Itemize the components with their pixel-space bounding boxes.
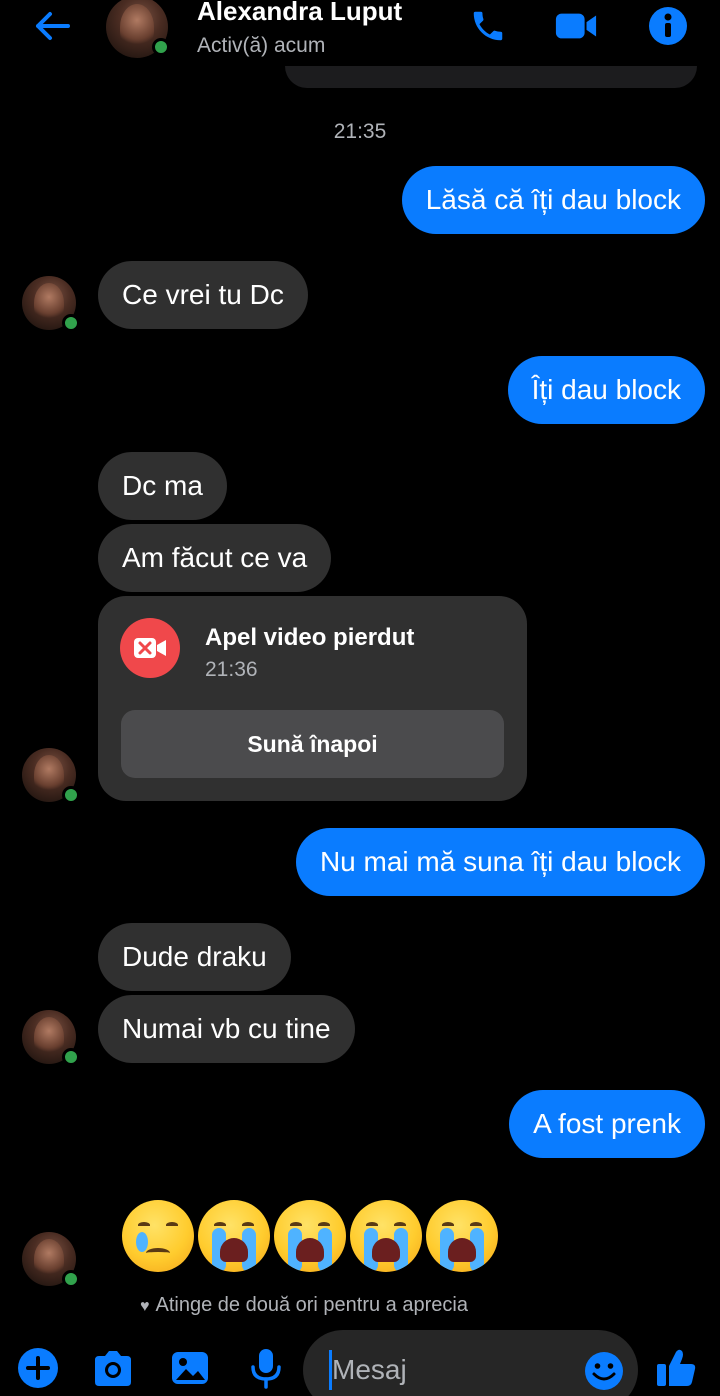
- message-bubble-outgoing[interactable]: Îți dau block: [507, 356, 705, 424]
- smiley-icon: [585, 1352, 623, 1390]
- loudly-crying-face-icon: [350, 1200, 422, 1272]
- phone-icon: [473, 11, 503, 41]
- contact-status: Activ(ă) acum: [197, 34, 326, 57]
- contact-avatar-small[interactable]: [22, 276, 80, 332]
- emoji-picker-button[interactable]: [583, 1350, 625, 1392]
- contact-avatar-small[interactable]: [22, 1010, 80, 1066]
- loudly-crying-face-icon: [274, 1200, 346, 1272]
- image-icon: [172, 1352, 208, 1384]
- missed-video-call-icon: [120, 618, 180, 678]
- camera-icon: [95, 1351, 131, 1386]
- online-indicator: [62, 1270, 80, 1288]
- contact-name[interactable]: Alexandra Luput: [197, 0, 402, 27]
- contact-avatar-small[interactable]: [22, 1232, 80, 1288]
- loudly-crying-face-icon: [426, 1200, 498, 1272]
- thumbs-up-icon: [657, 1349, 696, 1386]
- message-input[interactable]: [329, 1350, 569, 1390]
- audio-call-button[interactable]: [466, 4, 510, 48]
- message-bubble-outgoing[interactable]: A fost prenk: [509, 1090, 705, 1158]
- message-bubble-incoming[interactable]: Ce vrei tu Dc: [98, 261, 308, 329]
- message-bubble-incoming[interactable]: Am făcut ce va: [98, 524, 332, 592]
- plus-circle-icon: [18, 1348, 58, 1388]
- voice-message-button[interactable]: [242, 1344, 290, 1392]
- sad-tear-face-icon: [122, 1200, 194, 1272]
- video-camera-icon: [555, 13, 597, 39]
- missed-video-call-card: Apel video pierdut 21:36 Sună înapoi: [98, 596, 527, 801]
- message-input-container: [303, 1330, 638, 1396]
- camera-button[interactable]: [89, 1344, 137, 1392]
- online-indicator: [152, 38, 170, 56]
- microphone-icon: [251, 1349, 281, 1389]
- back-arrow-icon: [36, 12, 70, 40]
- call-title: Apel video pierdut: [205, 624, 415, 651]
- message-bubble-outgoing[interactable]: Lăsă că îți dau block: [401, 166, 705, 234]
- info-button[interactable]: [646, 4, 690, 48]
- message-bubble-incoming[interactable]: Numai vb cu tine: [98, 995, 355, 1063]
- contact-avatar[interactable]: [106, 0, 170, 58]
- info-icon: [649, 7, 687, 45]
- contact-avatar-small[interactable]: [22, 748, 80, 804]
- back-button[interactable]: [30, 6, 74, 46]
- message-composer: [0, 1330, 720, 1396]
- like-button[interactable]: [652, 1344, 700, 1392]
- heart-icon: ♥: [140, 1298, 150, 1315]
- message-bubble-incoming[interactable]: Dude draku: [98, 923, 291, 991]
- message-bubble-outgoing[interactable]: Nu mai mă suna îți dau block: [295, 828, 705, 896]
- online-indicator: [62, 1048, 80, 1066]
- previous-content-edge: [285, 66, 697, 88]
- emoji-message[interactable]: [122, 1200, 498, 1272]
- call-time: 21:36: [205, 658, 258, 681]
- loudly-crying-face-icon: [198, 1200, 270, 1272]
- double-tap-hint: ♥ Atinge de două ori pentru a aprecia: [140, 1294, 468, 1317]
- online-indicator: [62, 786, 80, 804]
- gallery-button[interactable]: [166, 1344, 214, 1392]
- call-back-button[interactable]: Sună înapoi: [121, 710, 504, 778]
- message-timestamp: 21:35: [333, 120, 387, 143]
- message-bubble-incoming[interactable]: Dc ma: [98, 452, 227, 520]
- online-indicator: [62, 314, 80, 332]
- hint-text: Atinge de două ori pentru a aprecia: [155, 1294, 468, 1316]
- video-call-button[interactable]: [554, 4, 598, 48]
- more-actions-button[interactable]: [14, 1344, 62, 1392]
- conversation-header: Alexandra Luput Activ(ă) acum: [0, 0, 720, 70]
